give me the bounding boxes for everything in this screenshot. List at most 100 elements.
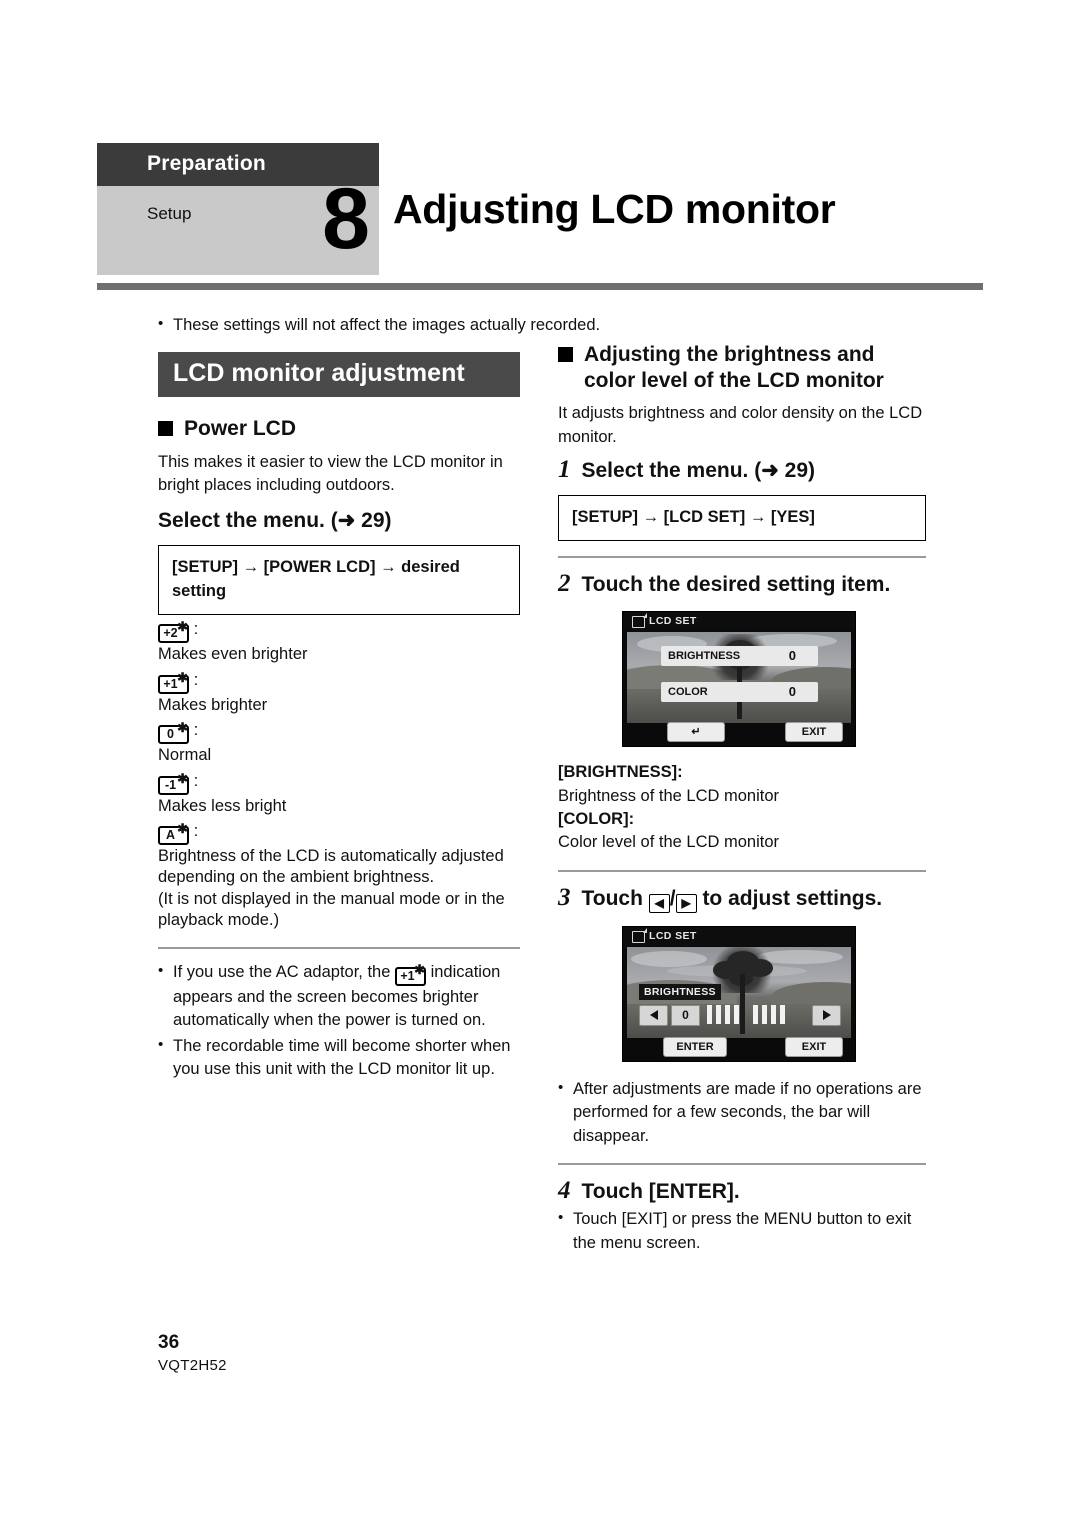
setting-row: +1 ✱ : (158, 671, 520, 694)
color-term: [COLOR]: (558, 809, 635, 828)
step-3-number: 3 (558, 883, 571, 911)
left-column: LCD monitor adjustment Power LCD This ma… (158, 352, 520, 1081)
step-3: 3 Touch ◀ / ▶ to adjust settings. (558, 883, 883, 913)
setting-row: +2 ✱ : (158, 620, 520, 644)
setting-description: Makes brighter (158, 695, 268, 714)
divider (558, 556, 926, 559)
sun-icon: ✱ (177, 619, 188, 635)
arrow-right-icon: ▶ (675, 893, 697, 913)
subsection-heading-power-lcd: Power LCD (158, 416, 520, 442)
step-3-label-after: to adjust settings. (696, 886, 883, 910)
intro-note-text: These settings will not affect the image… (158, 313, 858, 337)
adjust-value: 0 (671, 1004, 700, 1026)
step-4-label: Touch [ENTER]. (581, 1180, 740, 1204)
screen-header: LCD SET (623, 612, 855, 632)
chapter-header-block: Preparation Setup 8 (97, 143, 379, 275)
setting-description: Normal (158, 746, 212, 765)
color-label: COLOR (668, 686, 708, 699)
divider (558, 1163, 926, 1166)
step-3-label-before: Touch (581, 886, 649, 910)
sun-icon: ✱ (177, 720, 188, 736)
brightness-row[interactable]: BRIGHTNESS 0 (661, 646, 818, 667)
power-lcd-minus1-icon: -1 ✱ (158, 772, 189, 795)
sun-icon: ✱ (177, 669, 188, 685)
subsection-heading-line1: Adjusting the brightness and (584, 343, 875, 366)
brightness-label: BRIGHTNESS (668, 650, 741, 663)
note-item: The recordable time will become shorter … (158, 1034, 520, 1082)
brightness-meaning: Brightness of the LCD monitor (558, 786, 780, 805)
lcd-set-description: It adjusts brightness and color density … (558, 404, 923, 446)
power-lcd-notes: If you use the AC adaptor, the +1✱ indic… (158, 960, 520, 1082)
setting-description: Brightness of the LCD is automatically a… (158, 847, 505, 930)
power-lcd-plus2-icon: +2 ✱ (158, 620, 189, 644)
tree-trunk (740, 973, 745, 1034)
brightness-value: 0 (788, 648, 796, 664)
setting-row: A ✱ : (158, 822, 520, 845)
screen-header: LCD SET (623, 926, 855, 946)
power-lcd-zero-icon: 0 ✱ (158, 721, 189, 745)
lcd-set-icon (632, 613, 647, 629)
section-band: LCD monitor adjustment (158, 352, 520, 397)
power-lcd-auto-icon: A ✱ (158, 822, 189, 845)
sun-icon: ✱ (177, 821, 188, 836)
step-4: 4 Touch [ENTER]. (558, 1177, 926, 1205)
divider (558, 869, 926, 872)
chapter-subheader: Setup 8 (97, 176, 379, 275)
step-2-label: Touch the desired setting item. (581, 573, 891, 597)
setting-description: Makes even brighter (158, 645, 308, 664)
color-meaning: Color level of the LCD monitor (558, 833, 780, 852)
back-button[interactable]: ↵ (667, 722, 725, 743)
intro-note: These settings will not affect the image… (158, 313, 858, 337)
subsection-heading-label: Power LCD (184, 417, 297, 440)
chapter-subcategory: Setup (147, 204, 192, 223)
header-rule (97, 283, 983, 290)
menu-path-box-power-lcd: [SETUP] → [POWER LCD] → desired setting (158, 545, 520, 616)
exit-button[interactable]: EXIT (785, 1036, 843, 1057)
step-4-number: 4 (558, 1177, 571, 1205)
power-lcd-settings-list: +2 ✱ : Makes even brighter +1 ✱ : Makes br… (158, 620, 520, 932)
page-number: 36 (158, 1332, 180, 1353)
manual-page: Preparation Setup 8 Adjusting LCD monito… (0, 0, 1080, 1526)
screen-title: LCD SET (649, 615, 697, 628)
setting-row: -1 ✱ : (158, 772, 520, 795)
sun-icon: ✱ (414, 961, 425, 977)
lcd-screenshot-setting-items: LCD SET BRIGHTNESS 0 COLOR 0 ↵ EXIT (622, 611, 856, 748)
step-1-label: Select the menu. (➜ 29) (581, 458, 816, 482)
step-2: 2 Touch the desired setting item. (558, 570, 926, 598)
black-square-icon (158, 421, 173, 436)
setting-row: 0 ✱ : (158, 721, 520, 745)
color-row[interactable]: COLOR 0 (661, 682, 818, 703)
setting-definitions: [BRIGHTNESS]: Brightness of the LCD moni… (558, 761, 926, 855)
setting-description: Makes less bright (158, 796, 287, 815)
black-square-icon (558, 347, 573, 362)
screen-title: LCD SET (649, 929, 697, 942)
exit-button[interactable]: EXIT (785, 722, 843, 743)
step-1: 1 Select the menu. (➜ 29) (558, 456, 926, 484)
note-text: Touch [EXIT] or press the MENU button to… (558, 1207, 926, 1255)
color-value: 0 (788, 684, 796, 700)
arrow-left-button[interactable] (639, 1004, 668, 1026)
divider (158, 946, 520, 949)
bar-label: BRIGHTNESS (639, 983, 721, 1000)
arrow-left-icon: ◀ (648, 893, 670, 913)
enter-button[interactable]: ENTER (663, 1036, 727, 1057)
power-lcd-plus1-icon: +1 ✱ (158, 671, 189, 694)
sun-icon: ✱ (177, 770, 188, 786)
step4-note: Touch [EXIT] or press the MENU button to… (558, 1207, 926, 1255)
step-2-number: 2 (558, 570, 571, 598)
menu-path-box-lcd-set: [SETUP] → [LCD SET] → [YES] (558, 494, 926, 542)
arrow-right-button[interactable] (812, 1004, 841, 1026)
power-lcd-plus1-icon: +1 ✱ (395, 963, 426, 986)
step3-note: After adjustments are made if no operati… (558, 1077, 926, 1148)
note-item: If you use the AC adaptor, the +1✱ indic… (158, 960, 520, 1033)
select-menu-heading: Select the menu. (➜ 29) (158, 509, 392, 533)
lcd-screenshot-adjust-bar: LCD SET BRIGHTNESS 0 ENTER EXIT (622, 925, 856, 1062)
lcd-set-icon (632, 927, 647, 943)
subsection-heading-lcd-set: Adjusting the brightness and color level… (558, 342, 926, 393)
step-1-number: 1 (558, 455, 571, 483)
note-text: The recordable time will become shorter … (173, 1036, 511, 1079)
note-text-part1: If you use the AC adaptor, the (173, 962, 395, 981)
right-column: Adjusting the brightness and color level… (558, 342, 926, 1255)
brightness-term: [BRIGHTNESS]: (558, 763, 683, 782)
power-lcd-description: This makes it easier to view the LCD mon… (158, 452, 503, 495)
